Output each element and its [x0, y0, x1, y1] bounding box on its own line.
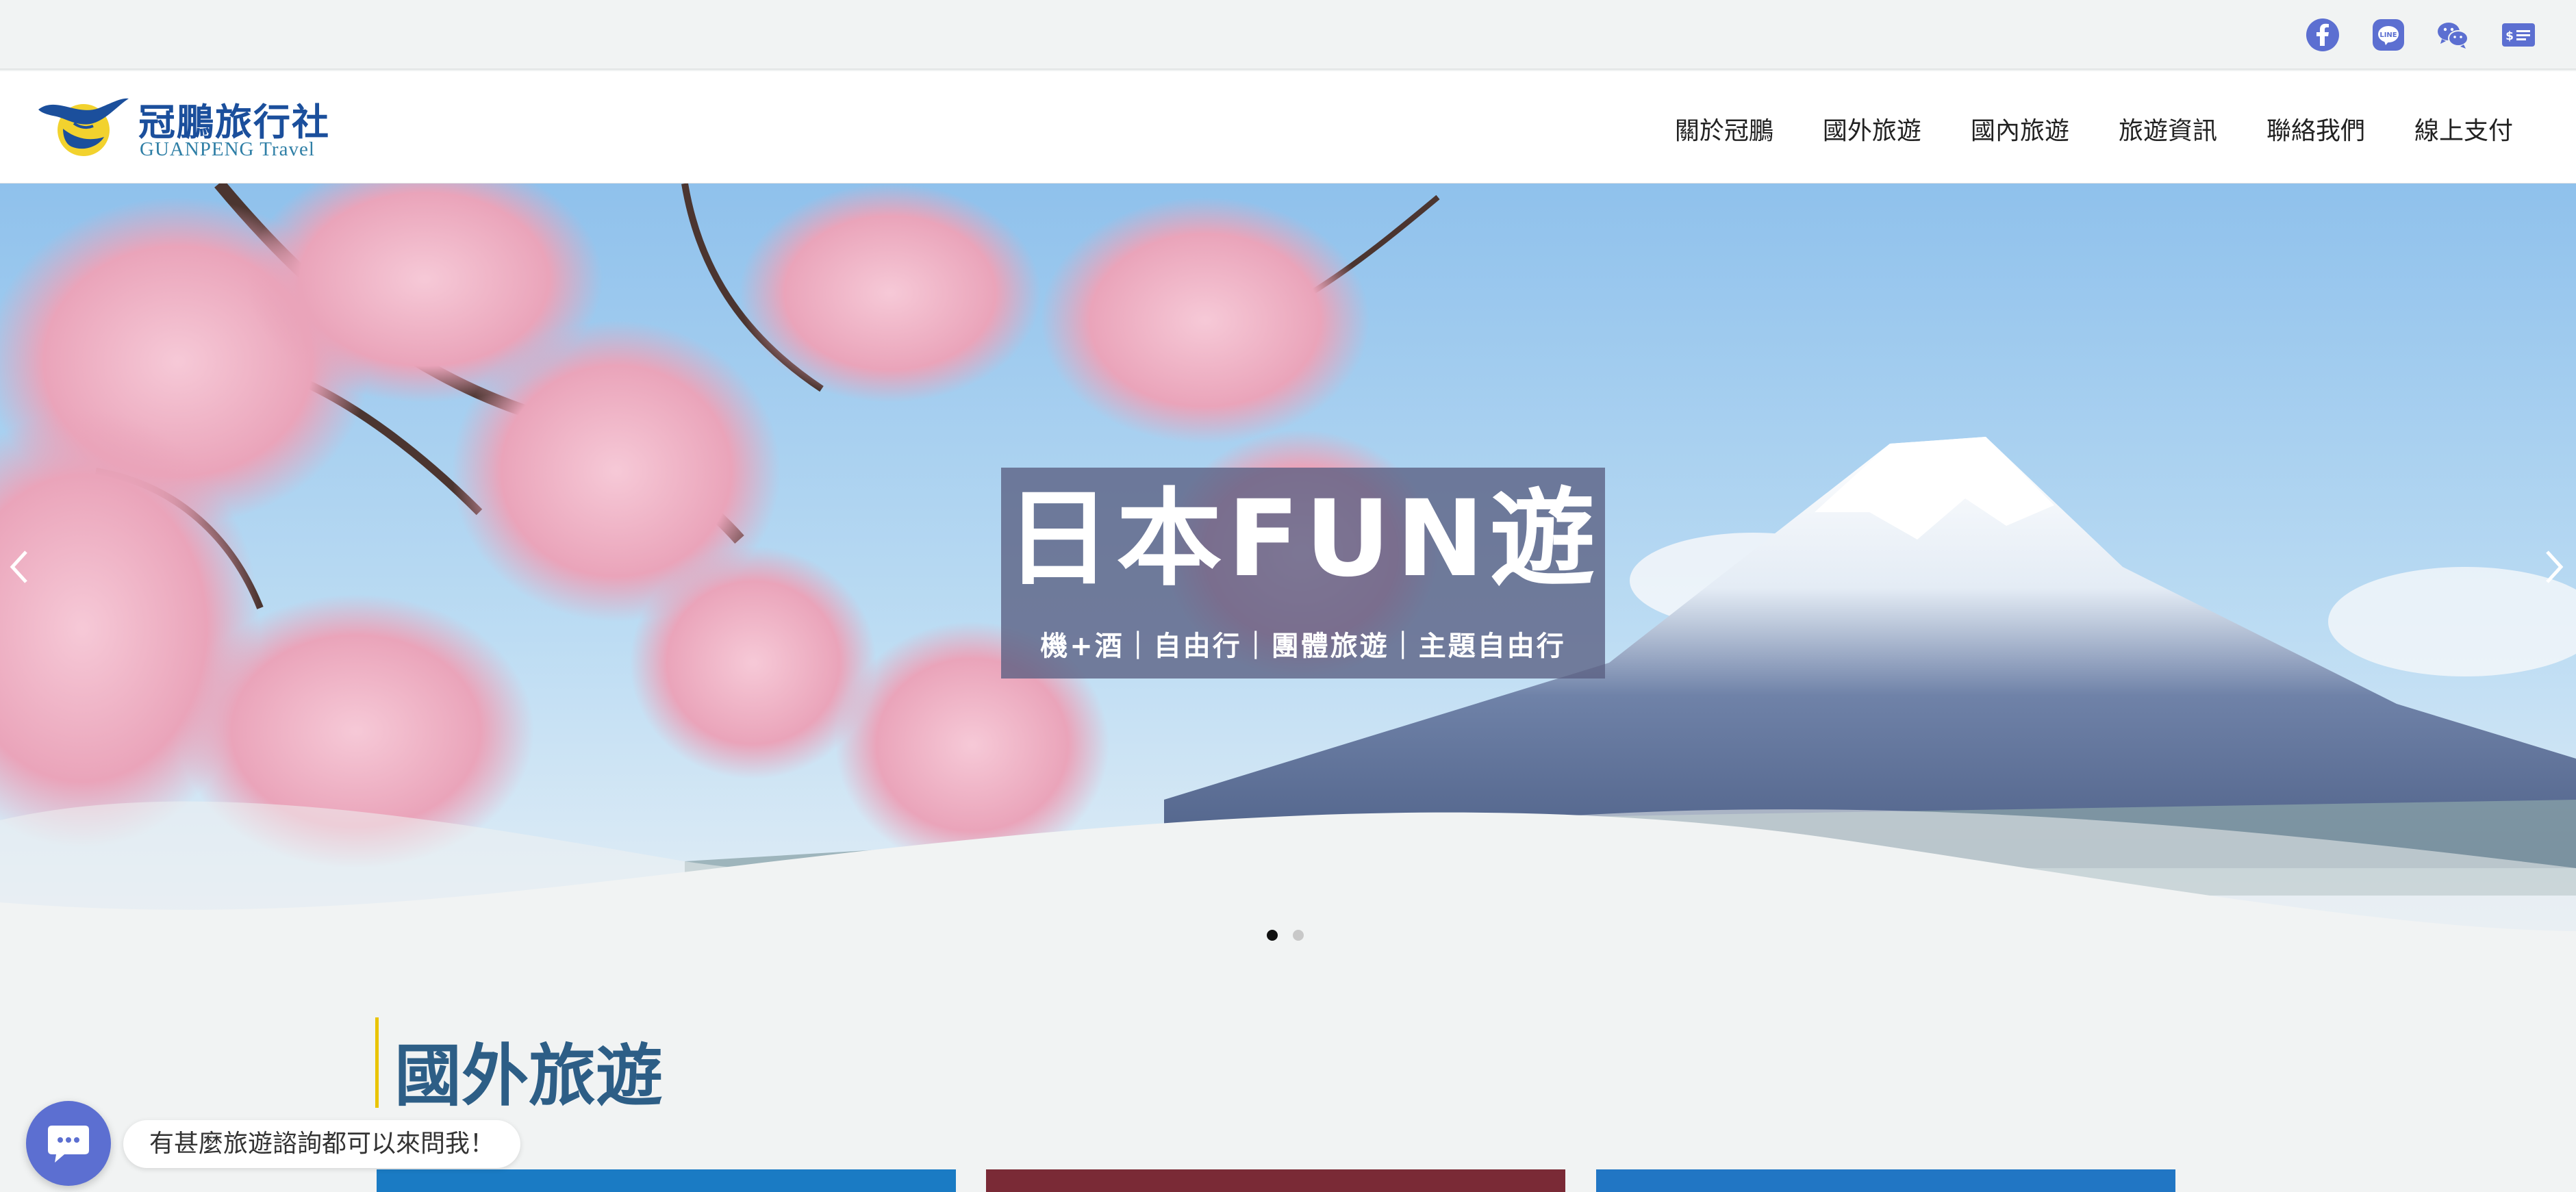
chat-prompt-bubble[interactable]: 有甚麼旅遊諮詢都可以來問我！	[123, 1120, 521, 1168]
prev-slide-arrow[interactable]	[5, 546, 33, 587]
section-title-overseas: 國外旅遊	[394, 1037, 664, 1115]
chat-icon	[48, 1126, 89, 1163]
nav-domestic-travel[interactable]: 國內旅遊	[1971, 111, 2069, 147]
chevron-left-icon	[10, 550, 27, 583]
slide-dot-1[interactable]	[1267, 930, 1278, 941]
section-accent-bar	[375, 1017, 379, 1108]
payment-icon[interactable]: $	[2501, 17, 2536, 53]
hero-banner[interactable]: 日本FUN遊 機+酒｜自由行｜團體旅遊｜主題自由行	[1001, 468, 1605, 679]
svg-text:LINE: LINE	[2379, 31, 2397, 39]
next-slide-arrow[interactable]	[2540, 546, 2568, 587]
tour-card[interactable]	[986, 1169, 1565, 1192]
hero-slider: 日本FUN遊 機+酒｜自由行｜團體旅遊｜主題自由行	[0, 183, 2576, 931]
nav-about[interactable]: 關於冠鵬	[1675, 111, 1773, 147]
logo-english-name: GUANPENG Travel	[140, 138, 315, 160]
nav-overseas-travel[interactable]: 國外旅遊	[1823, 111, 1921, 147]
slide-dot-2[interactable]	[1293, 930, 1304, 941]
nav-online-payment[interactable]: 線上支付	[2414, 111, 2513, 147]
banner-title: 日本FUN遊	[1005, 478, 1601, 600]
nav-contact[interactable]: 聯絡我們	[2266, 111, 2365, 147]
line-icon[interactable]: LINE	[2371, 17, 2406, 53]
top-social-bar: LINE $	[0, 0, 2576, 70]
site-header: 冠鵬旅行社 GUANPENG Travel 關於冠鵬 國外旅遊 國內旅遊 旅遊資…	[0, 71, 2576, 183]
svg-text:$: $	[2505, 29, 2514, 43]
chevron-right-icon	[2546, 550, 2564, 583]
nav-travel-info[interactable]: 旅遊資訊	[2119, 111, 2217, 147]
logo-bird-icon	[38, 98, 129, 156]
slider-pagination	[1267, 930, 1304, 941]
wechat-icon[interactable]	[2435, 17, 2471, 53]
tour-card[interactable]	[377, 1169, 956, 1192]
tour-card[interactable]	[1596, 1169, 2175, 1192]
main-nav: 關於冠鵬 國外旅遊 國內旅遊 旅遊資訊 聯絡我們 線上支付	[1626, 111, 2513, 147]
banner-subtitle: 機+酒｜自由行｜團體旅遊｜主題自由行	[1040, 631, 1566, 662]
site-logo[interactable]: 冠鵬旅行社 GUANPENG Travel	[36, 89, 329, 164]
chat-button[interactable]	[26, 1101, 111, 1186]
facebook-icon[interactable]	[2305, 17, 2340, 53]
